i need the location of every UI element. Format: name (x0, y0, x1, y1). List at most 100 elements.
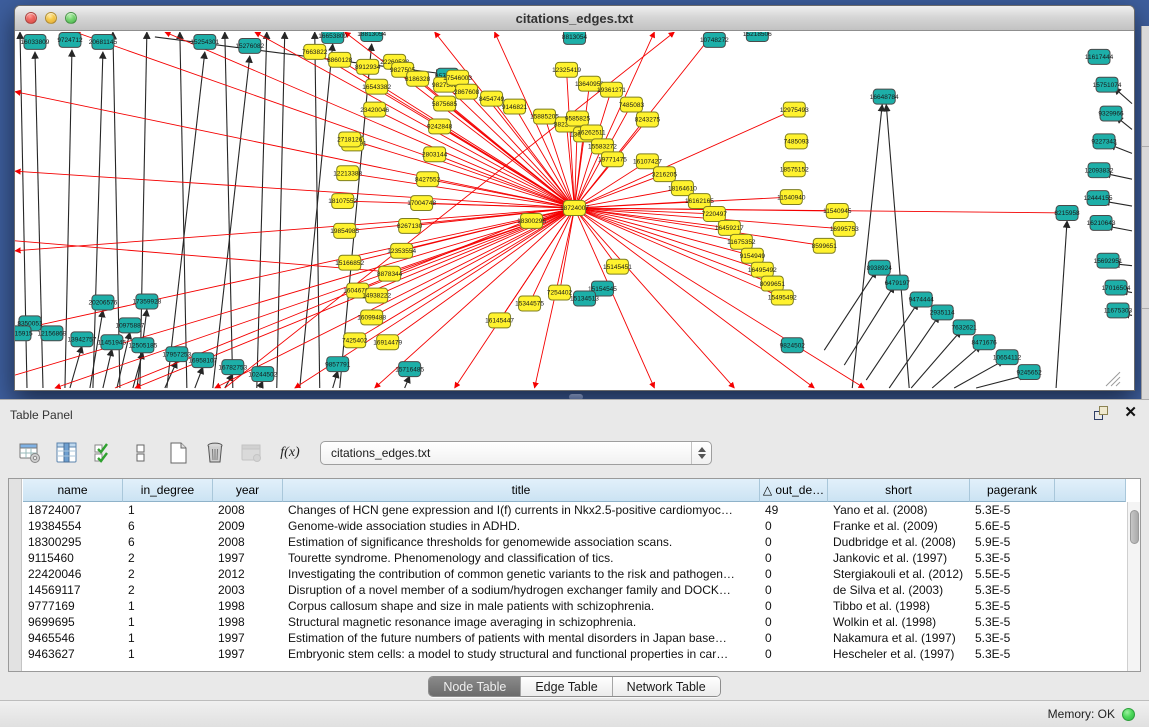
network-node[interactable]: 8471676 (972, 335, 998, 350)
close-panel-icon[interactable]: ✕ (1124, 406, 1137, 420)
zoom-button[interactable] (65, 12, 77, 24)
network-node[interactable]: 2718126 (337, 132, 363, 147)
network-node[interactable]: 17359928 (132, 294, 161, 309)
network-node[interactable]: 12353554 (387, 243, 416, 258)
network-node[interactable]: 10654112 (993, 350, 1022, 365)
network-node[interactable]: 9242848 (427, 119, 453, 134)
new-table-icon[interactable] (164, 439, 192, 467)
network-node[interactable]: 8186328 (405, 71, 431, 86)
table-mode-icon[interactable] (16, 439, 44, 467)
network-node[interactable]: 16459217 (715, 220, 744, 235)
window-titlebar[interactable]: citations_edges.txt (15, 6, 1134, 31)
rows-icon[interactable] (127, 439, 155, 467)
network-node[interactable]: 18724007 (560, 201, 589, 216)
network-node[interactable]: 8878344 (377, 266, 403, 281)
network-node[interactable]: 8912934 (355, 59, 381, 74)
close-button[interactable] (25, 12, 37, 24)
column-header-title[interactable]: title (283, 479, 760, 502)
table-scrollbar[interactable] (1127, 502, 1140, 671)
column-header-name[interactable]: name (23, 479, 123, 502)
network-node[interactable]: 16914479 (373, 335, 402, 350)
tab-edge-table[interactable]: Edge Table (521, 677, 612, 696)
table-selector-dropdown[interactable]: citations_edges.txt (320, 441, 712, 465)
network-graph[interactable]: 1603380997247122068114515254301152760821… (15, 32, 1134, 390)
network-node[interactable]: 7663822 (302, 44, 328, 59)
column-header-pagerank[interactable]: pagerank (970, 479, 1055, 502)
network-node[interactable]: 11675352 (727, 234, 756, 249)
network-node[interactable]: 9585825 (565, 111, 591, 126)
tab-network-table[interactable]: Network Table (613, 677, 720, 696)
network-node[interactable]: 12325419 (552, 62, 581, 77)
network-node[interactable]: 11540940 (777, 190, 806, 205)
network-node[interactable]: 16543382 (362, 79, 391, 94)
network-node[interactable]: 15254301 (190, 34, 219, 49)
network-node[interactable]: 16210643 (1087, 215, 1116, 230)
table-row[interactable]: 946362711997Embryonic stem cells: a mode… (23, 646, 1126, 662)
network-node[interactable]: 18813054 (357, 32, 386, 41)
network-node[interactable]: 10244502 (248, 367, 277, 382)
show-column-icon[interactable] (53, 439, 81, 467)
network-node[interactable]: 10975887 (115, 318, 144, 333)
network-node[interactable]: 8454749 (479, 91, 505, 106)
table-row[interactable]: 1872400712008Changes of HCN gene express… (23, 502, 1126, 518)
network-node[interactable]: 9824502 (780, 338, 806, 353)
network-node[interactable]: 13942757 (68, 332, 97, 347)
network-node[interactable]: 16099488 (357, 310, 386, 325)
network-node[interactable]: 17004748 (407, 196, 436, 211)
network-node[interactable]: 7220497 (702, 207, 728, 222)
network-node[interactable]: 7485093 (784, 134, 810, 149)
network-canvas[interactable]: 1603380997247122068114515254301152760821… (15, 32, 1134, 390)
network-node[interactable]: 12213388 (333, 166, 362, 181)
network-node[interactable]: 17957253 (162, 347, 191, 362)
network-node[interactable]: 7632621 (952, 320, 978, 335)
network-node[interactable]: 15495492 (768, 290, 797, 305)
network-node[interactable]: 16958107 (188, 353, 217, 368)
column-header-in_degree[interactable]: in_degree (123, 479, 213, 502)
network-node[interactable]: 23420046 (360, 102, 389, 117)
select-all-icon[interactable] (90, 439, 118, 467)
network-node[interactable]: 9474444 (909, 292, 935, 307)
minimize-button[interactable] (45, 12, 57, 24)
network-node[interactable]: 12156869 (38, 326, 67, 341)
network-node[interactable]: 9329966 (1098, 106, 1124, 121)
network-node[interactable]: 19361271 (597, 82, 626, 97)
network-node[interactable]: 3216205 (652, 167, 678, 182)
network-node[interactable]: 6479197 (885, 275, 911, 290)
network-node[interactable]: 15276082 (235, 38, 264, 53)
network-node[interactable]: 9227343 (1091, 134, 1117, 149)
network-node[interactable]: 9154949 (740, 248, 766, 263)
network-node[interactable]: 8215958 (1054, 206, 1080, 221)
network-node[interactable]: 19854985 (330, 223, 359, 238)
network-node[interactable]: 18107552 (328, 194, 357, 209)
network-node[interactable]: 14938222 (362, 288, 391, 303)
network-node[interactable]: 16145447 (485, 313, 514, 328)
network-node[interactable]: 7485083 (619, 97, 645, 112)
network-node[interactable]: 11617444 (1085, 49, 1114, 64)
network-node[interactable]: 15134513 (570, 291, 599, 306)
network-node[interactable]: 19771475 (598, 152, 627, 167)
network-node[interactable]: 8243275 (635, 112, 661, 127)
network-node[interactable]: 12093832 (1085, 163, 1114, 178)
network-node[interactable]: 7254402 (547, 285, 573, 300)
network-node[interactable]: 16648784 (870, 89, 899, 104)
network-node[interactable]: 11675303 (1104, 303, 1133, 318)
table-row[interactable]: 977716911998Corpus callosum shape and si… (23, 598, 1126, 614)
table-row[interactable]: 1456911722003Disruption of a novel membe… (23, 582, 1126, 598)
network-node[interactable]: 15716485 (395, 362, 424, 377)
network-node[interactable]: 17016504 (1102, 280, 1131, 295)
network-node[interactable]: 15218506 (743, 32, 772, 41)
table-row[interactable]: 946554611997Estimation of the future num… (23, 630, 1126, 646)
resize-grip-icon[interactable] (1111, 377, 1120, 386)
scrollbar-thumb[interactable] (1130, 510, 1139, 544)
network-node[interactable]: 9857791 (325, 357, 351, 372)
table-row[interactable]: 969969511998Structural magnetic resonanc… (23, 614, 1126, 630)
network-node[interactable]: 17546003 (443, 70, 472, 85)
network-node[interactable]: 8599651 (812, 238, 838, 253)
network-node[interactable]: 11540945 (823, 204, 852, 219)
float-panel-icon[interactable] (1094, 406, 1108, 420)
function-builder-icon[interactable]: f(x) (275, 445, 305, 461)
network-node[interactable]: 16782753 (218, 360, 247, 375)
network-node[interactable]: 8427552 (415, 172, 441, 187)
network-node[interactable]: 15751074 (1093, 77, 1122, 92)
network-node[interactable]: 7425402 (342, 333, 368, 348)
